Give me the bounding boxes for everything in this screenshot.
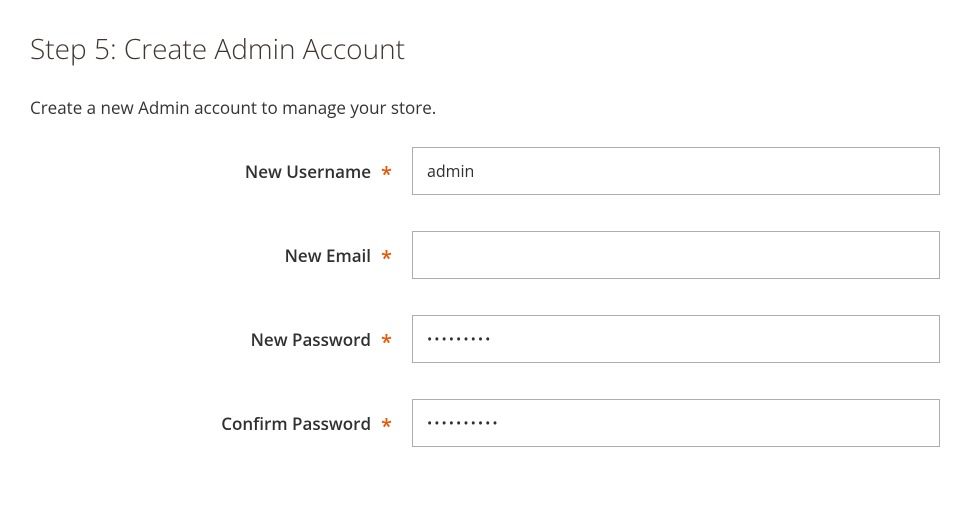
required-icon: *	[381, 332, 392, 352]
input-cell	[400, 231, 940, 279]
password-label: New Password	[251, 328, 371, 351]
form-row-email: New Email *	[30, 231, 950, 279]
username-input[interactable]	[412, 147, 940, 195]
label-cell: New Password *	[30, 328, 400, 351]
confirm-password-input[interactable]	[412, 399, 940, 447]
page-description: Create a new Admin account to manage you…	[30, 96, 950, 119]
label-cell: Confirm Password *	[30, 412, 400, 435]
label-cell: New Email *	[30, 244, 400, 267]
input-cell	[400, 399, 940, 447]
required-icon: *	[381, 164, 392, 184]
form-row-username: New Username *	[30, 147, 950, 195]
label-cell: New Username *	[30, 160, 400, 183]
input-cell	[400, 315, 940, 363]
password-input[interactable]	[412, 315, 940, 363]
page-title: Step 5: Create Admin Account	[30, 30, 950, 68]
username-label: New Username	[245, 160, 371, 183]
confirm-password-label: Confirm Password	[221, 412, 371, 435]
email-input[interactable]	[412, 231, 940, 279]
form-row-password: New Password *	[30, 315, 950, 363]
input-cell	[400, 147, 940, 195]
email-label: New Email	[285, 244, 371, 267]
required-icon: *	[381, 248, 392, 268]
form-row-confirm-password: Confirm Password *	[30, 399, 950, 447]
required-icon: *	[381, 416, 392, 436]
